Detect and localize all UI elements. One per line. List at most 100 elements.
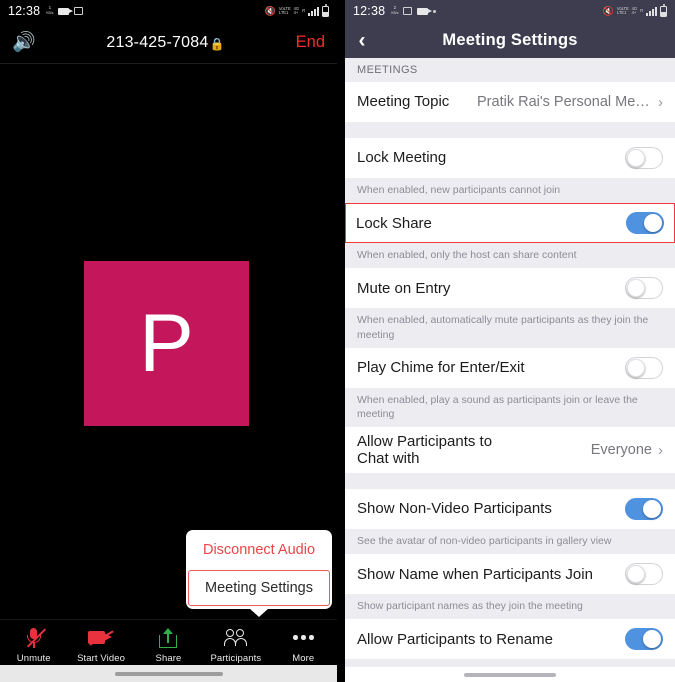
participants-icon [223, 626, 248, 650]
row-label: Allow Participants to Chat with [357, 432, 493, 468]
show-non-video-hint: See the avatar of non-video participants… [345, 529, 675, 555]
popup-arrow-icon [249, 608, 269, 617]
status-right-icons: 🔇 VoLTE LTE1 4G 4+ R [264, 3, 329, 17]
avatar-initial: P [139, 297, 194, 389]
row-label: Play Chime for Enter/Exit [357, 359, 525, 377]
mute-icon: 🔇 [264, 5, 276, 16]
signal-bars-icon [308, 6, 319, 16]
toolbar-item-more[interactable]: More [270, 622, 336, 664]
meeting-settings-item[interactable]: Meeting Settings [188, 570, 330, 606]
status-left-icons: 2 KB/s [391, 5, 437, 15]
toolbar-item-participants[interactable]: Participants [203, 622, 269, 664]
disconnect-audio-item[interactable]: Disconnect Audio [186, 530, 332, 570]
chevron-right-icon: › [658, 441, 663, 459]
lock-share-toggle[interactable] [626, 212, 664, 235]
toolbar-item-unmute[interactable]: Unmute [1, 622, 67, 664]
status-time: 12:38 [8, 4, 41, 18]
show-non-video-row[interactable]: Show Non-Video Participants [345, 489, 675, 530]
allow-chat-with-row[interactable]: Allow Participants to Chat with Everyone… [345, 427, 675, 474]
more-dots-icon [293, 626, 314, 650]
volte-icon: VoLTE LTE1 [616, 5, 629, 15]
toolbar-label-unmute: Unmute [16, 652, 51, 664]
end-call-button[interactable]: End [279, 33, 325, 52]
section-header-meetings: MEETINGS [345, 58, 675, 82]
camera-off-icon [88, 626, 114, 650]
row-label: Allow Participants to Rename [357, 630, 553, 648]
network-rate-icon: 1 KB/s [46, 5, 54, 15]
lock-share-row[interactable]: Lock Share [345, 203, 675, 244]
meeting-topic-row[interactable]: Meeting Topic Pratik Rai's Personal Meet… [345, 82, 675, 122]
back-chevron-icon[interactable]: ‹ [345, 30, 379, 51]
participant-avatar: P [84, 261, 249, 426]
settings-header: ‹ Meeting Settings [345, 22, 675, 58]
camera-icon [58, 7, 74, 15]
lock-meeting-hint: When enabled, new participants cannot jo… [345, 178, 675, 204]
lock-share-hint: When enabled, only the host can share co… [345, 243, 675, 269]
mute-on-entry-toggle[interactable] [625, 277, 663, 300]
photo-icon [403, 7, 413, 15]
show-non-video-toggle[interactable] [625, 498, 663, 521]
right-home-indicator-area [345, 667, 675, 682]
toolbar-label-start-video: Start Video [77, 652, 126, 664]
screenshot-stage: 12:38 1 KB/s 🔇 VoLTE LTE1 4G 4+ R 🔊 213-… [0, 0, 675, 682]
network-rate-icon: 2 KB/s [391, 5, 399, 15]
toolbar-label-more: More [292, 652, 315, 664]
section-gap [345, 473, 675, 490]
mute-on-entry-row[interactable]: Mute on Entry [345, 268, 675, 309]
volte-icon: VoLTE LTE1 [278, 5, 291, 15]
zoom-meeting-screen: 12:38 1 KB/s 🔇 VoLTE LTE1 4G 4+ R 🔊 213-… [0, 0, 337, 682]
battery-icon [322, 3, 329, 17]
play-chime-row[interactable]: Play Chime for Enter/Exit [345, 347, 675, 388]
show-name-hint: Show participant names as they join the … [345, 594, 675, 620]
status-left-icons: 1 KB/s [46, 5, 84, 15]
left-status-bar: 12:38 1 KB/s 🔇 VoLTE LTE1 4G 4+ R [0, 0, 337, 22]
settings-list[interactable]: MEETINGS Meeting Topic Pratik Rai's Pers… [345, 58, 675, 682]
row-value: Everyone [590, 442, 652, 459]
roaming-icon: R [640, 7, 643, 13]
meeting-toolbar: Unmute Start Video Share Participants Mo… [0, 619, 337, 665]
speaker-icon[interactable]: 🔊 [12, 33, 52, 52]
camera-icon [417, 7, 433, 15]
signal-bars-icon [646, 6, 657, 16]
more-options-popup: Disconnect Audio Meeting Settings [186, 530, 332, 617]
page-title: Meeting Settings [442, 30, 578, 49]
lock-icon: 🔒 [209, 36, 225, 51]
status-time: 12:38 [353, 4, 386, 18]
allow-rename-toggle[interactable] [625, 628, 663, 651]
row-value: Pratik Rai's Personal Meeti... [477, 94, 652, 110]
row-label: Lock Meeting [357, 149, 447, 167]
call-number-text: 213-425-7084 [106, 33, 209, 51]
row-label: Meeting Topic [357, 93, 450, 111]
home-indicator[interactable] [464, 672, 556, 677]
toolbar-item-share[interactable]: Share [135, 622, 201, 664]
home-indicator[interactable] [114, 671, 223, 676]
row-label: Show Non-Video Participants [357, 500, 552, 518]
row-label: Show Name when Participants Join [357, 565, 593, 583]
toolbar-item-start-video[interactable]: Start Video [68, 622, 134, 664]
mic-muted-icon [26, 626, 46, 650]
right-status-bar: 12:38 2 KB/s 🔇 VoLTE LTE1 4G 4+ R [345, 0, 675, 22]
left-home-indicator-area [0, 665, 337, 682]
4g-icon: 4G 4+ [293, 5, 300, 15]
show-name-toggle[interactable] [625, 563, 663, 586]
call-top-bar: 🔊 213-425-7084 🔒 End [0, 22, 337, 64]
lock-meeting-toggle[interactable] [625, 147, 663, 169]
show-name-row[interactable]: Show Name when Participants Join [345, 554, 675, 595]
play-chime-toggle[interactable] [625, 356, 663, 379]
mute-on-entry-hint: When enabled, automatically mute partici… [345, 308, 675, 348]
call-number: 213-425-7084 🔒 [52, 34, 279, 52]
dot-icon [433, 9, 437, 13]
lock-meeting-row[interactable]: Lock Meeting [345, 138, 675, 178]
roaming-icon: R [302, 7, 305, 13]
photo-icon [74, 7, 84, 15]
allow-rename-row[interactable]: Allow Participants to Rename [345, 619, 675, 660]
toolbar-label-participants: Participants [210, 652, 262, 664]
share-up-arrow-icon [159, 626, 178, 650]
status-right-icons: 🔇 VoLTE LTE1 4G 4+ R [602, 3, 667, 17]
section-gap [345, 122, 675, 138]
battery-icon [660, 3, 667, 17]
mute-icon: 🔇 [602, 5, 614, 16]
settings-surface: 12:38 2 KB/s 🔇 VoLTE LTE1 4G 4+ R ‹ Meet… [345, 0, 675, 682]
4g-icon: 4G 4+ [631, 5, 638, 15]
play-chime-hint: When enabled, play a sound as participan… [345, 387, 675, 428]
